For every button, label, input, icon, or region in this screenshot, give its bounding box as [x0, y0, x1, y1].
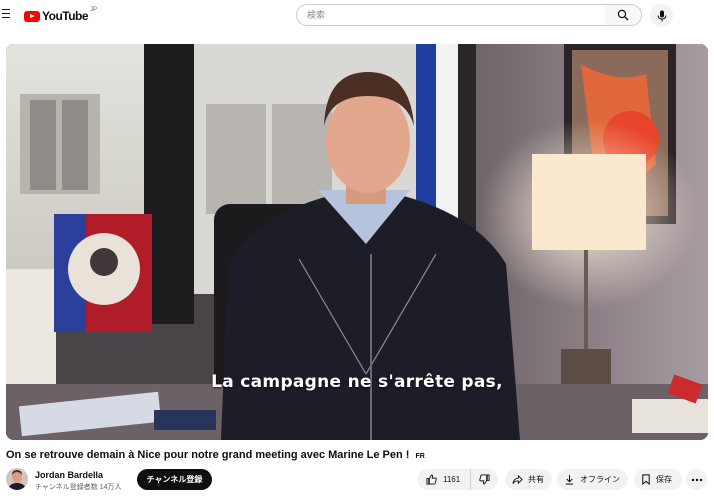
- like-dislike-group: 1161: [417, 469, 498, 490]
- voice-search-button[interactable]: [650, 4, 673, 27]
- logo-text: YouTube: [42, 9, 89, 23]
- language-badge: FR: [415, 453, 425, 460]
- video-player[interactable]: La campagne ne s'arrête pas,: [6, 44, 708, 440]
- search-input[interactable]: [307, 10, 605, 20]
- save-label: 保存: [656, 475, 672, 484]
- youtube-logo-icon: [24, 10, 40, 22]
- subscribe-button[interactable]: チャンネル登録: [137, 469, 212, 490]
- video-title-text: On se retrouve demain à Nice pour notre …: [6, 449, 410, 461]
- search-icon: [617, 9, 629, 21]
- download-icon: [565, 474, 574, 485]
- like-button[interactable]: 1161: [417, 469, 471, 490]
- share-button[interactable]: 共有: [505, 469, 552, 490]
- like-icon: [426, 474, 437, 485]
- like-count: 1161: [443, 475, 461, 484]
- offline-label: オフライン: [580, 475, 620, 484]
- save-button[interactable]: 保存: [634, 469, 682, 490]
- masthead: YouTube JP: [0, 0, 714, 32]
- more-icon: [691, 478, 702, 481]
- search-button[interactable]: [605, 4, 642, 26]
- mic-icon: [657, 10, 666, 21]
- dislike-icon: [479, 474, 490, 485]
- subscriber-count: チャンネル登録者数 14万人: [35, 484, 122, 491]
- avatar-image: [6, 468, 28, 490]
- offline-button[interactable]: オフライン: [557, 469, 628, 490]
- menu-icon[interactable]: [2, 9, 10, 19]
- save-icon: [642, 474, 650, 485]
- search-box[interactable]: [296, 4, 606, 26]
- logo-country-code: JP: [90, 7, 98, 13]
- channel-name[interactable]: Jordan Bardella: [35, 470, 103, 480]
- video-caption: La campagne ne s'arrête pas,: [211, 372, 503, 392]
- youtube-logo[interactable]: YouTube JP: [24, 7, 98, 23]
- share-label: 共有: [528, 475, 544, 484]
- share-icon: [512, 474, 523, 485]
- channel-avatar[interactable]: [6, 468, 28, 490]
- video-title: On se retrouve demain à Nice pour notre …: [6, 449, 425, 461]
- dislike-button[interactable]: [471, 469, 498, 490]
- more-actions-button[interactable]: [686, 469, 707, 490]
